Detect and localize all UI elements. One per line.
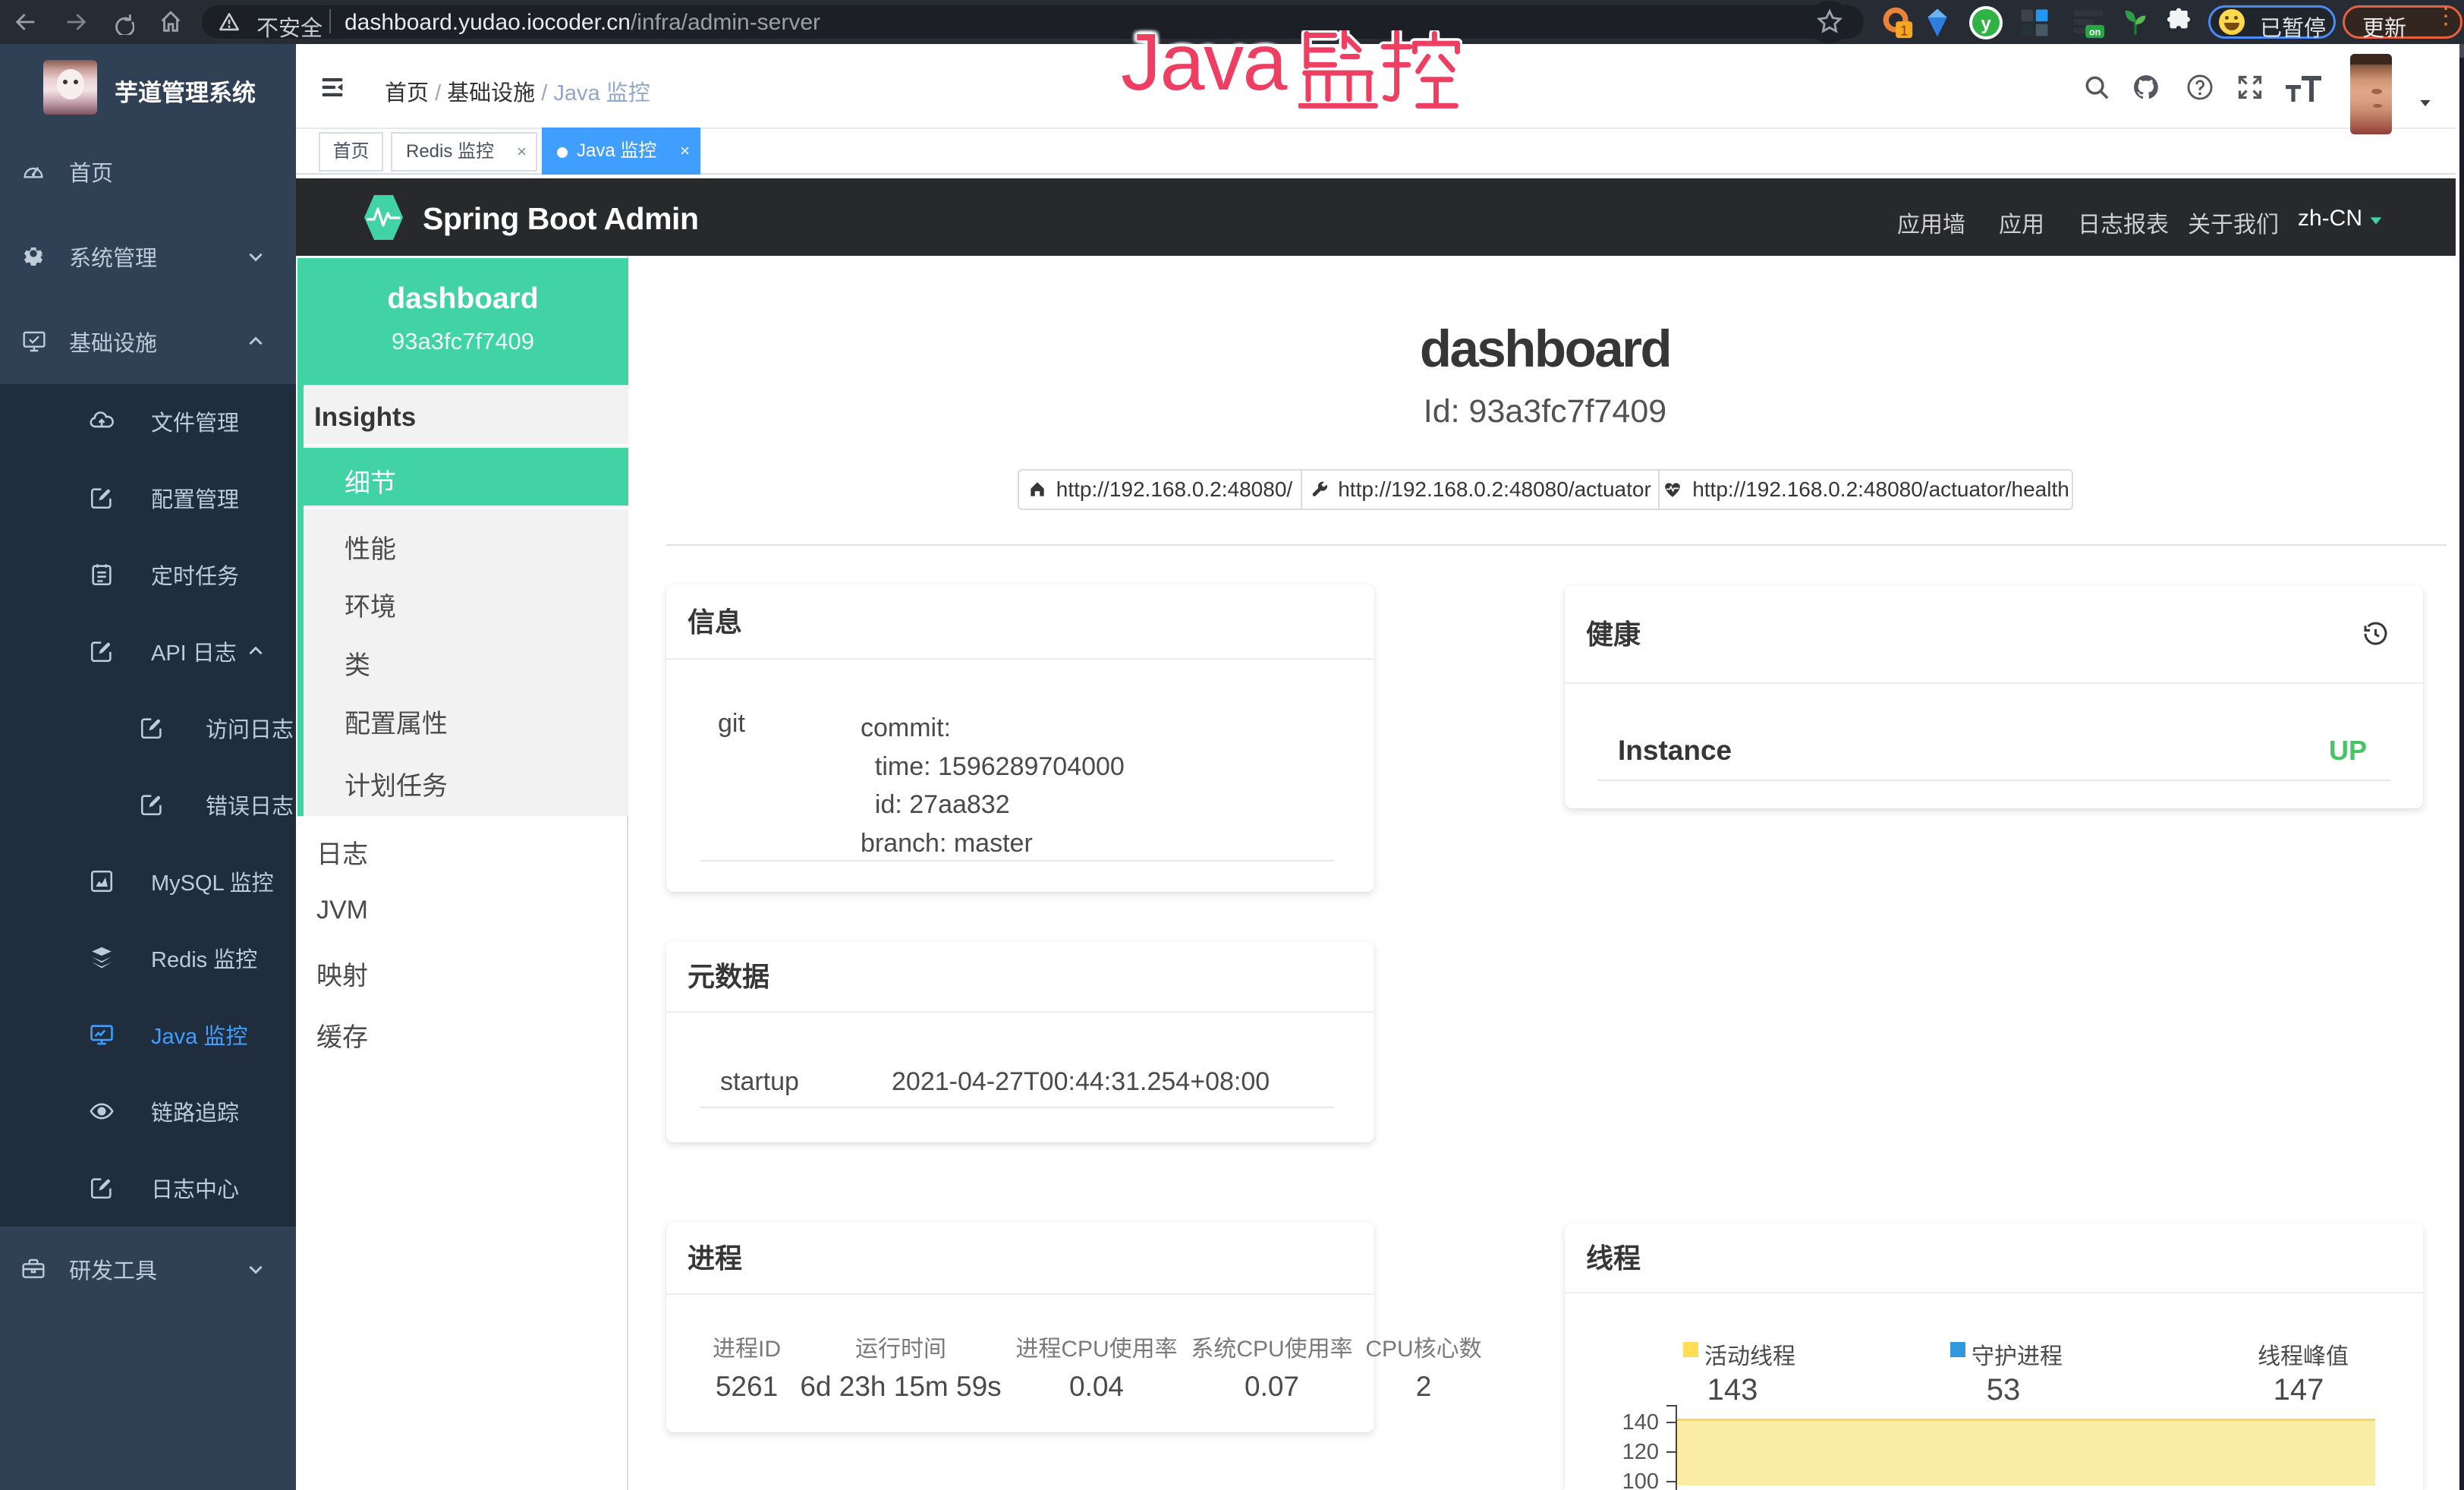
- svg-text:on: on: [2089, 27, 2101, 37]
- svg-text:y: y: [1981, 14, 1991, 34]
- svg-text:1: 1: [1900, 23, 1908, 39]
